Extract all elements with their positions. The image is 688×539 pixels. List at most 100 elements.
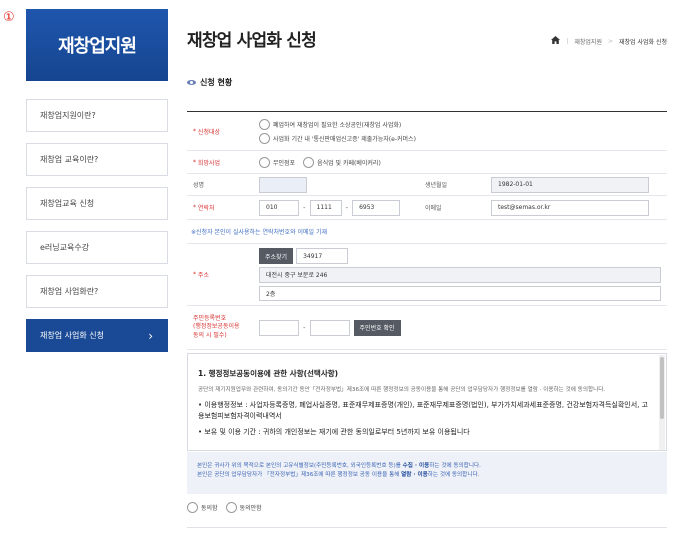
rrn-row: 주민등록번호 (행정정보공동이용 동의 시 필수) - 주민번호 확인 bbox=[187, 306, 667, 350]
phone-part3-input[interactable]: 6953 bbox=[352, 199, 401, 216]
sidebar-title: 재창업지원 bbox=[26, 9, 168, 81]
address-label-text: 주소 bbox=[197, 272, 209, 279]
section-title: 신청 현황 bbox=[187, 77, 232, 88]
radio-circle[interactable] bbox=[259, 118, 270, 130]
phone-dash: - bbox=[345, 203, 349, 212]
email-input[interactable]: test@semas.or.kr bbox=[491, 199, 649, 216]
sidebar-item-commercialization-apply[interactable]: 재창업 사업화 신청 › bbox=[26, 319, 168, 352]
radio-label: 동의함 bbox=[201, 505, 218, 512]
consent-options: 동의함 동의안함 bbox=[187, 502, 262, 513]
annotation-marker: ① bbox=[3, 10, 15, 25]
sidebar-item-label: 재창업 사업화란? bbox=[40, 287, 99, 296]
business-radio-food[interactable]: 음식업 및 카페(베이커리) bbox=[303, 156, 381, 168]
sidebar-item-about[interactable]: 재창업지원이란? bbox=[26, 99, 168, 132]
phone-email-row: * 연락처 010 - 1111 - 6953 이메일 test@semas.o… bbox=[187, 196, 667, 220]
notice-emphasis: 수집 · 이용 bbox=[402, 463, 430, 469]
sidebar-item-label: 재창업교육 신청 bbox=[40, 199, 95, 208]
consent-notice: 본인은 귀사가 위의 목적으로 본인의 고유식별정보(주민등록번호, 외국인등록… bbox=[187, 452, 667, 494]
sidebar-item-label: 재창업 사업화 신청 bbox=[40, 331, 104, 340]
target-label: * 신청대상 bbox=[193, 127, 221, 136]
terms-heading: 1. 행정정보공동이용에 관한 사항(선택사항) bbox=[198, 369, 339, 378]
rrn-part1-input[interactable] bbox=[259, 319, 299, 336]
application-form: * 신청대상 폐업하여 재창업이 필요한 소상공인(재창업 사업화) 사업화 기… bbox=[187, 111, 667, 350]
rrn-dash: - bbox=[303, 323, 306, 332]
target-label-text: 신청대상 bbox=[197, 128, 221, 136]
address-line2-input[interactable]: 2층 bbox=[259, 285, 661, 301]
address-label: * 주소 bbox=[193, 271, 209, 279]
radio-label: 동의안함 bbox=[239, 505, 262, 512]
radio-circle[interactable] bbox=[259, 156, 270, 168]
radio-label: 무인점포 bbox=[273, 159, 296, 167]
sidebar-item-label: e러닝교육수강 bbox=[40, 243, 90, 252]
radio-circle[interactable] bbox=[187, 502, 198, 513]
rrn-confirm-button[interactable]: 주민번호 확인 bbox=[353, 319, 401, 336]
notice-line: 본인은 귀사가 위의 목적으로 본인의 고유식별정보(주민등록번호, 외국인등록… bbox=[197, 462, 657, 471]
agree-radio[interactable]: 동의함 bbox=[187, 502, 218, 513]
section-title-text: 신청 현황 bbox=[200, 78, 233, 87]
rrn-label-line: (행정정보공동이용 bbox=[193, 323, 240, 331]
radio-circle[interactable] bbox=[303, 156, 315, 168]
business-label-text: 희망사업 bbox=[197, 159, 221, 167]
sidebar: 재창업지원 재창업지원이란? 재창업 교육이란? 재창업교육 신청 e러닝교육수… bbox=[26, 9, 168, 352]
sidebar-item-commercialization-about[interactable]: 재창업 사업화란? bbox=[26, 275, 168, 308]
sidebar-item-elearning[interactable]: e러닝교육수강 bbox=[26, 231, 168, 264]
terms-scrollbar[interactable] bbox=[659, 355, 665, 450]
sidebar-item-label: 재창업 교육이란? bbox=[40, 155, 99, 164]
breadcrumb: | 재창업지원 > 재창업 사업화 신청 bbox=[551, 36, 667, 46]
business-label: * 희망사업 bbox=[193, 158, 221, 167]
target-row: * 신청대상 폐업하여 재창업이 필요한 소상공인(재창업 사업화) 사업화 기… bbox=[187, 112, 667, 151]
name-birth-row: 성명 생년월일 1982-01-01 bbox=[187, 174, 667, 196]
name-label: 성명 bbox=[193, 182, 205, 189]
birth-input[interactable]: 1982-01-01 bbox=[491, 176, 649, 193]
target-radio-restart[interactable]: 폐업하여 재창업이 필요한 소상공인(재창업 사업화) bbox=[259, 118, 402, 130]
home-icon[interactable] bbox=[551, 36, 561, 46]
terms-bullet: • 이용행정정보 : 사업자등록증명, 폐업사실증명, 표준재무제표증명(개인)… bbox=[198, 400, 649, 421]
terms-intro: 공단의 재기지원업무와 관련하여, 동의기간 동안「전자정부법」제36조에 따른… bbox=[198, 387, 606, 393]
phone-dash: - bbox=[303, 203, 306, 212]
breadcrumb-current: 재창업 사업화 신청 bbox=[619, 38, 667, 46]
target-radio-ecommerce[interactable]: 사업화 기간 내 '통신판매업신고증' 제출가능자(e-커머스) bbox=[259, 132, 416, 144]
terms-bullet: • 보유 및 이용 기간 : 귀하의 개인정보는 재기에 관한 동의일로부터 5… bbox=[198, 428, 470, 437]
notice-text: 하는 것에 동의합니다. bbox=[429, 463, 481, 469]
zip-input[interactable]: 34917 bbox=[296, 248, 349, 264]
sidebar-item-education-apply[interactable]: 재창업교육 신청 bbox=[26, 187, 168, 220]
business-radio-unmanned[interactable]: 무인점포 bbox=[259, 156, 296, 168]
address-line1-input[interactable]: 대전시 중구 보문로 246 bbox=[259, 267, 661, 283]
disagree-radio[interactable]: 동의안함 bbox=[225, 502, 262, 513]
notice-emphasis: 열람 · 이용 bbox=[401, 471, 428, 478]
notice-text: 본인은 귀사가 위의 목적으로 본인의 고유식별정보(주민등록번호, 외국인등록… bbox=[197, 463, 403, 469]
name-input[interactable] bbox=[259, 176, 307, 193]
sidebar-item-education-about[interactable]: 재창업 교육이란? bbox=[26, 143, 168, 176]
phone-label-text: 연락처 bbox=[197, 205, 215, 212]
divider bbox=[187, 527, 667, 528]
phone-label: * 연락처 bbox=[193, 204, 215, 212]
breadcrumb-separator: > bbox=[607, 37, 614, 45]
phone-part2-input[interactable]: 1111 bbox=[309, 199, 342, 216]
scrollbar-thumb[interactable] bbox=[660, 357, 664, 419]
notice-text: 본인은 공단의 업무담당자가 「전자정부법」제36조에 따른 행정정보 공동 이… bbox=[197, 471, 402, 478]
business-row: * 희망사업 무인점포 음식업 및 카페(베이커리) bbox=[187, 151, 667, 174]
radio-label: 폐업하여 재창업이 필요한 소상공인(재창업 사업화) bbox=[273, 121, 402, 129]
radio-label: 음식업 및 카페(베이커리) bbox=[317, 159, 381, 167]
notice-text: 하는 것에 동의합니다. bbox=[427, 471, 480, 478]
eye-icon bbox=[187, 80, 196, 85]
birth-label: 생년월일 bbox=[425, 182, 448, 189]
breadcrumb-divider: | bbox=[566, 37, 569, 45]
chevron-right-icon: › bbox=[148, 329, 153, 343]
rrn-part2-input[interactable] bbox=[309, 319, 350, 336]
page-title: 재창업 사업화 신청 bbox=[187, 31, 317, 51]
notice-line: 본인은 공단의 업무담당자가 「전자정부법」제36조에 따른 행정정보 공동 이… bbox=[197, 471, 657, 480]
radio-circle[interactable] bbox=[259, 132, 270, 144]
sidebar-item-label: 재창업지원이란? bbox=[40, 111, 96, 120]
address-row: * 주소 주소찾기 34917 대전시 중구 보문로 246 2층 bbox=[187, 244, 667, 306]
address-search-button[interactable]: 주소찾기 bbox=[259, 248, 294, 264]
phone-part1-input[interactable]: 010 bbox=[259, 199, 299, 216]
email-label: 이메일 bbox=[425, 205, 442, 212]
radio-circle[interactable] bbox=[225, 502, 237, 513]
radio-label: 사업화 기간 내 '통신판매업신고증' 제출가능자(e-커머스) bbox=[273, 135, 416, 143]
terms-box[interactable]: 1. 행정정보공동이용에 관한 사항(선택사항) 공단의 재기지원업무와 관련하… bbox=[187, 353, 667, 451]
breadcrumb-item[interactable]: 재창업지원 bbox=[574, 37, 602, 46]
contact-hint: ※신청자 본인이 실사용하는 연락처번호와 이메일 기재 bbox=[187, 220, 667, 244]
rrn-label: 주민등록번호 (행정정보공동이용 동의 시 필수) bbox=[187, 306, 253, 349]
rrn-label-line: 동의 시 필수) bbox=[193, 331, 227, 339]
